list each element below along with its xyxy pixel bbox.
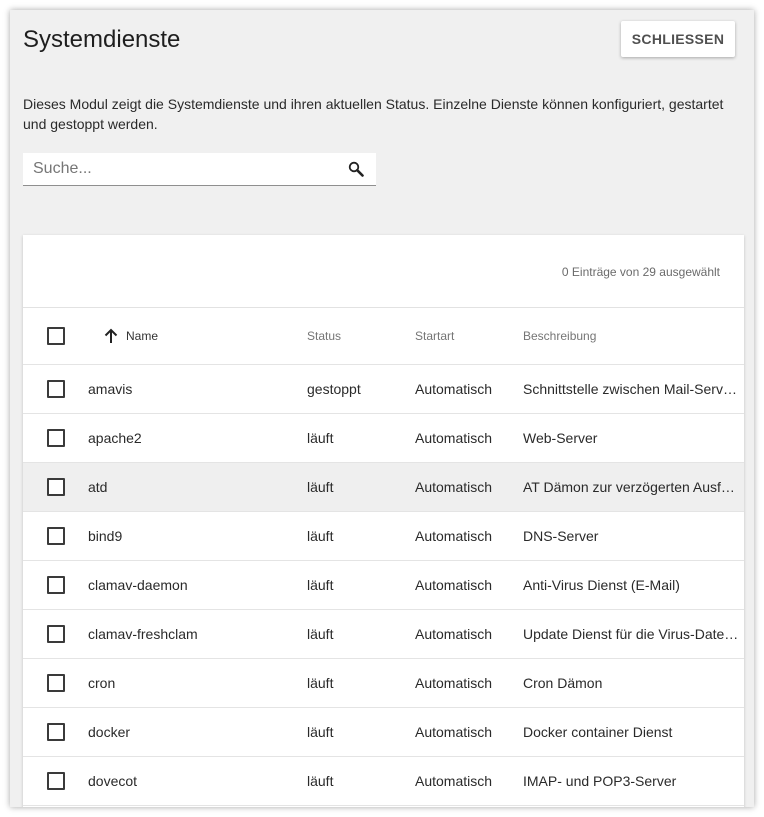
service-description: DNS-Server: [523, 528, 599, 544]
service-status: gestoppt: [307, 381, 361, 397]
service-status: läuft: [307, 773, 334, 789]
table-row[interactable]: cron läuft Automatisch Cron Dämon: [23, 659, 744, 708]
module-description: Dieses Modul zeigt die Systemdienste und…: [23, 96, 724, 132]
row-checkbox[interactable]: [47, 527, 65, 545]
system-services-dialog: Systemdienste SCHLIESSEN Dieses Modul ze…: [10, 10, 754, 807]
services-grid: 0 Einträge von 29 ausgewählt Name Status…: [23, 235, 744, 807]
service-description: IMAP- und POP3-Server: [523, 773, 677, 789]
table-row[interactable]: bind9 läuft Automatisch DNS-Server: [23, 512, 744, 561]
row-checkbox[interactable]: [47, 380, 65, 398]
service-startart: Automatisch: [415, 626, 493, 642]
row-checkbox[interactable]: [47, 625, 65, 643]
table-row[interactable]: dovecot läuft Automatisch IMAP- und POP3-Se…: [23, 757, 744, 806]
grid-toolbar: 0 Einträge von 29 ausgewählt: [23, 235, 744, 308]
service-name: dovecot: [88, 773, 138, 789]
service-status: läuft: [307, 626, 334, 642]
service-status: läuft: [307, 479, 334, 495]
close-button[interactable]: SCHLIESSEN: [621, 21, 735, 57]
service-status: läuft: [307, 430, 334, 446]
service-description-cell: IMAP- und POP3-Server: [523, 757, 741, 805]
service-name: docker: [88, 724, 131, 740]
service-description-cell: AT Dämon zur verzögerten Ausführung: [523, 463, 741, 511]
service-status: läuft: [307, 675, 334, 691]
service-status: läuft: [307, 577, 334, 593]
table-row[interactable]: clamav-daemon läuft Automatisch Anti-Virus …: [23, 561, 744, 610]
row-checkbox[interactable]: [47, 429, 65, 447]
select-all-checkbox[interactable]: [47, 327, 65, 345]
table-row[interactable]: apache2 läuft Automatisch Web-Server: [23, 414, 744, 463]
column-header-status[interactable]: Status: [307, 308, 407, 364]
column-header-startart[interactable]: Startart: [415, 308, 515, 364]
column-header-name[interactable]: Name: [96, 308, 306, 364]
row-checkbox[interactable]: [47, 576, 65, 594]
service-description-cell: DNS-Server: [523, 512, 741, 560]
service-name: cron: [88, 675, 116, 691]
row-checkbox[interactable]: [47, 772, 65, 790]
service-startart: Automatisch: [415, 577, 493, 593]
table-row[interactable]: amavis gestoppt Automatisch Schnittstelle z…: [23, 365, 744, 414]
row-checkbox[interactable]: [47, 478, 65, 496]
selection-status: 0 Einträge von 29 ausgewählt: [561, 265, 720, 279]
service-description: Docker container Dienst: [523, 724, 673, 740]
service-name: clamav-freshclam: [88, 626, 198, 642]
service-name: clamav-daemon: [88, 577, 188, 593]
service-startart: Automatisch: [415, 724, 493, 740]
service-description: Schnittstelle zwischen Mail-Server und V…: [523, 381, 741, 397]
service-description: Update Dienst für die Virus-Datenbank: [523, 626, 741, 642]
service-description-cell: Web-Server: [523, 414, 741, 462]
service-name: atd: [88, 479, 108, 495]
table-row[interactable]: clamav-freshclam läuft Automatisch Update D…: [23, 610, 744, 659]
column-label-name: Name: [126, 329, 159, 343]
service-description-cell: Cron Dämon: [523, 659, 741, 707]
service-startart: Automatisch: [415, 430, 493, 446]
column-header-description[interactable]: Beschreibung: [523, 308, 741, 364]
search-input[interactable]: [23, 153, 333, 185]
search-box: [23, 153, 376, 186]
service-startart: Automatisch: [415, 479, 493, 495]
table-header: Name Status Startart Beschreibung: [23, 308, 744, 365]
service-name: apache2: [88, 430, 142, 446]
service-startart: Automatisch: [415, 773, 493, 789]
service-startart: Automatisch: [415, 381, 493, 397]
table-row[interactable]: docker läuft Automatisch Docker container D…: [23, 708, 744, 757]
service-name: bind9: [88, 528, 123, 544]
arrow-up-icon[interactable]: [104, 328, 118, 344]
service-description: Anti-Virus Dienst (E-Mail): [523, 577, 680, 593]
service-status: läuft: [307, 724, 334, 740]
service-status: läuft: [307, 528, 334, 544]
service-description: Cron Dämon: [523, 675, 603, 691]
service-startart: Automatisch: [415, 675, 493, 691]
service-description-cell: Schnittstelle zwischen Mail-Server und V…: [523, 365, 741, 413]
service-description-cell: Update Dienst für die Virus-Datenbank: [523, 610, 741, 658]
service-description-cell: Anti-Virus Dienst (E-Mail): [523, 561, 741, 609]
page-title: Systemdienste: [23, 26, 181, 53]
row-checkbox[interactable]: [47, 723, 65, 741]
service-startart: Automatisch: [415, 528, 493, 544]
service-description: AT Dämon zur verzögerten Ausführung: [523, 479, 741, 495]
service-description: Web-Server: [523, 430, 598, 446]
service-description-cell: Docker container Dienst: [523, 708, 741, 756]
row-checkbox[interactable]: [47, 674, 65, 692]
table-row[interactable]: atd läuft Automatisch AT Dämon zur verzöger…: [23, 463, 744, 512]
service-name: amavis: [88, 381, 133, 397]
search-icon[interactable]: [348, 161, 364, 177]
